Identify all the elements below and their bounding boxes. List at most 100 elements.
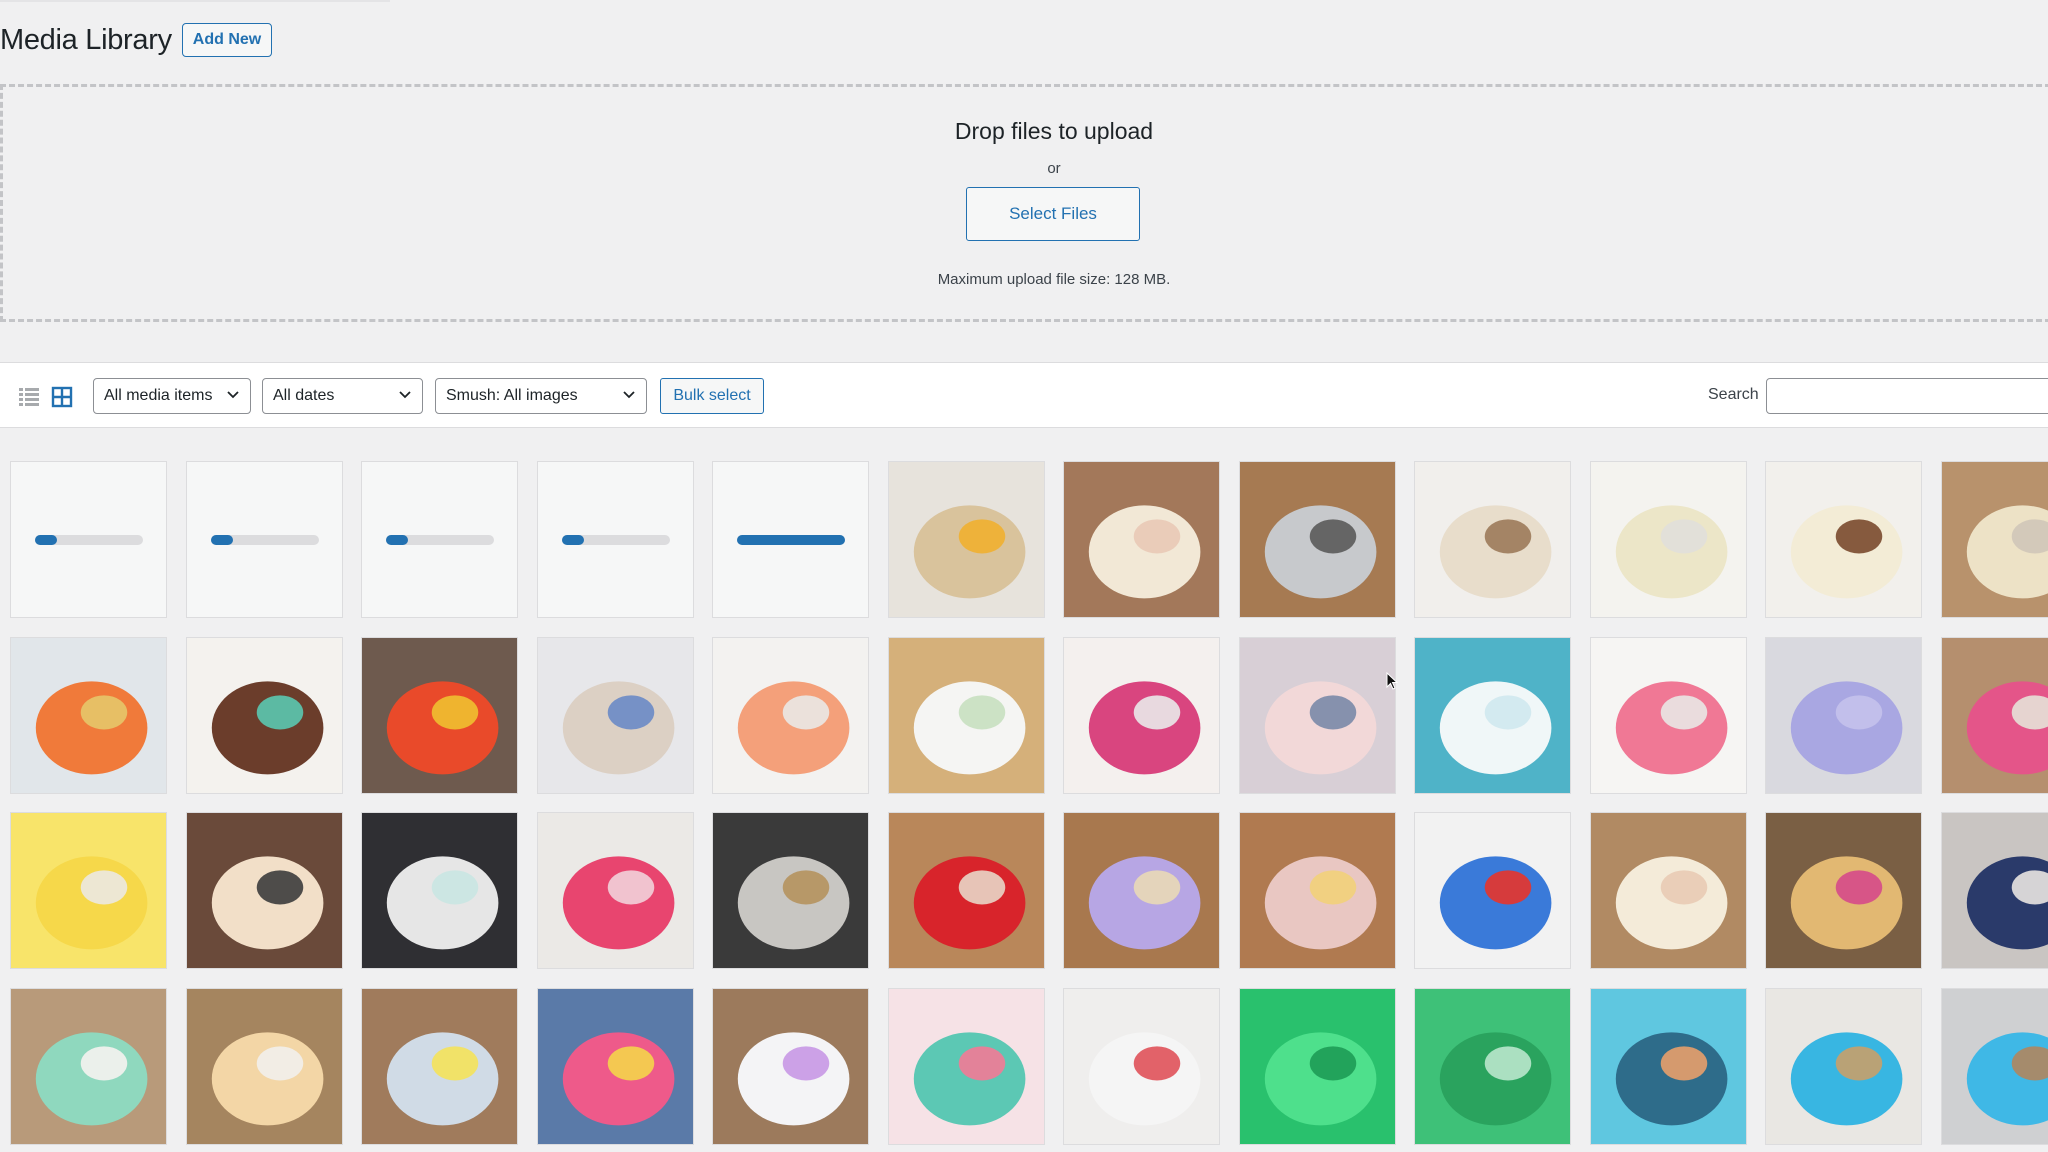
uploading-tile[interactable] (186, 461, 343, 618)
thumbnail-image (1591, 813, 1746, 968)
thumbnail-image (1415, 813, 1570, 968)
smush-filter[interactable]: Smush: All images (435, 378, 647, 414)
upload-progress-fill (562, 535, 584, 545)
media-thumbnail-piping-bag-hands[interactable] (1063, 461, 1220, 618)
media-thumbnail-container-candy[interactable] (10, 637, 167, 794)
media-thumbnail-pink-cake[interactable] (1063, 637, 1220, 794)
media-thumbnail-mint-cake-paper[interactable] (10, 988, 167, 1145)
upload-progress-bar (211, 535, 319, 545)
max-upload-size: Maximum upload file size: 128 MB. (937, 271, 1171, 288)
uploading-tile[interactable] (537, 461, 694, 618)
thumbnail-image (1942, 638, 2048, 793)
thumbnail-image (1766, 638, 1921, 793)
upload-progress-bar (35, 535, 143, 545)
add-new-button[interactable]: Add New (181, 23, 273, 57)
media-thumbnail-rainbow-ruffle-cake[interactable] (537, 988, 694, 1145)
search-input[interactable] (1766, 378, 2048, 414)
uploading-tile[interactable] (712, 461, 869, 618)
media-thumbnail-blue-cake-fondant[interactable] (1765, 988, 1922, 1145)
media-thumbnail-flower-cookies[interactable] (537, 812, 694, 969)
media-thumbnail-purple-bag-bowl[interactable] (712, 988, 869, 1145)
thumbnail-image (362, 813, 517, 968)
upload-progress-fill (35, 535, 57, 545)
media-thumbnail-bowl-partial[interactable] (1941, 461, 2048, 618)
thumbnail-image (1064, 462, 1219, 617)
thumbnail-image (538, 813, 693, 968)
thumbnail-image (1942, 462, 2048, 617)
media-thumbnail-heart-cookie[interactable] (1239, 637, 1396, 794)
media-thumbnail-blue-cake-partial[interactable] (1941, 988, 2048, 1145)
upload-progress-fill (737, 535, 845, 545)
bulk-select-button[interactable]: Bulk select (660, 378, 764, 414)
thumbnail-image (713, 813, 868, 968)
media-thumbnail-drip-cake-white[interactable] (1590, 461, 1747, 618)
media-type-filter[interactable]: All media items (93, 378, 251, 414)
media-thumbnail-cake-jar-partial[interactable] (1941, 812, 2048, 969)
media-thumbnail-eggs-in-bowl[interactable] (888, 461, 1045, 618)
thumbnail-image (187, 989, 342, 1144)
media-thumbnail-green-fondant-b[interactable] (1414, 988, 1571, 1145)
thumbnail-image (1240, 989, 1395, 1144)
thumbnail-image (1064, 638, 1219, 793)
list-view-icon[interactable] (18, 386, 40, 408)
media-thumbnail-rainbow-layer-cake[interactable] (186, 637, 343, 794)
media-thumbnail-peach-cake[interactable] (712, 637, 869, 794)
date-filter-value: All dates (273, 387, 335, 404)
thumbnail-image (538, 989, 693, 1144)
grid-view-icon[interactable] (51, 386, 73, 408)
media-thumbnail-red-frosting-bag[interactable] (888, 812, 1045, 969)
thumbnail-image (11, 989, 166, 1144)
media-thumbnail-sprinkle-shake[interactable] (537, 637, 694, 794)
media-thumbnail-white-cake-spatula[interactable] (888, 637, 1045, 794)
thumbnail-image (1415, 638, 1570, 793)
media-thumbnail-rainbow-bubble-wrap[interactable] (1414, 812, 1571, 969)
chevron-down-icon (399, 391, 411, 399)
media-thumbnail-pink-frosting-bowl[interactable] (1590, 637, 1747, 794)
thumbnail-image (1766, 813, 1921, 968)
media-thumbnail-purple-frosting[interactable] (1765, 637, 1922, 794)
thumbnail-image (713, 638, 868, 793)
date-filter[interactable]: All dates (262, 378, 423, 414)
thumbnail-image (1064, 813, 1219, 968)
media-toolbar: All media items All dates Smush: All ima… (0, 362, 2048, 428)
media-thumbnail-green-fondant-a[interactable] (1239, 988, 1396, 1145)
upload-progress-fill (386, 535, 408, 545)
thumbnail-image (1064, 989, 1219, 1144)
thumbnail-image (538, 638, 693, 793)
thumbnail-image (889, 462, 1044, 617)
media-thumbnail-spatula-plate[interactable] (1063, 988, 1220, 1145)
media-thumbnail-fridge-tray[interactable] (712, 812, 869, 969)
thumbnail-image (1240, 462, 1395, 617)
media-thumbnail-funfetti-layers[interactable] (186, 988, 343, 1145)
media-thumbnail-teal-flower-cake[interactable] (888, 988, 1045, 1145)
media-thumbnail-heart-cookie-hand[interactable] (1590, 812, 1747, 969)
thumbnail-image (1591, 638, 1746, 793)
thumbnail-image (1240, 813, 1395, 968)
media-thumbnail-cake-pans[interactable] (1239, 461, 1396, 618)
uploading-tile[interactable] (361, 461, 518, 618)
media-thumbnail-ice-cream-cake[interactable] (1590, 988, 1747, 1145)
media-thumbnail-ombre-red-cake[interactable] (361, 637, 518, 794)
uploading-tile[interactable] (10, 461, 167, 618)
media-thumbnail-purple-kisses[interactable] (1063, 812, 1220, 969)
thumbnail-image (889, 638, 1044, 793)
media-thumbnail-gnome-partial[interactable] (1941, 637, 2048, 794)
mouse-cursor-icon (1386, 672, 1398, 690)
media-thumbnail-blue-piping[interactable] (1414, 637, 1571, 794)
thumbnail-image (362, 638, 517, 793)
thumbnail-image (1415, 462, 1570, 617)
chevron-down-icon (623, 391, 635, 399)
media-thumbnail-cinnamon-roll-cake[interactable] (1414, 461, 1571, 618)
media-thumbnail-sink-washing[interactable] (361, 812, 518, 969)
upload-progress-bar (562, 535, 670, 545)
select-files-button[interactable]: Select Files (966, 187, 1140, 241)
upload-progress-bar (386, 535, 494, 545)
media-thumbnail-heart-cookies-rack[interactable] (186, 812, 343, 969)
thumbnail-image (1766, 989, 1921, 1144)
media-thumbnail-yellow-cake[interactable] (10, 812, 167, 969)
media-thumbnail-sundae-glass[interactable] (1239, 812, 1396, 969)
media-thumbnail-piping-bags-bag[interactable] (361, 988, 518, 1145)
media-thumbnail-heart-cookies-mat[interactable] (1765, 812, 1922, 969)
smush-filter-value: Smush: All images (446, 387, 578, 404)
media-thumbnail-frosting-spread[interactable] (1765, 461, 1922, 618)
